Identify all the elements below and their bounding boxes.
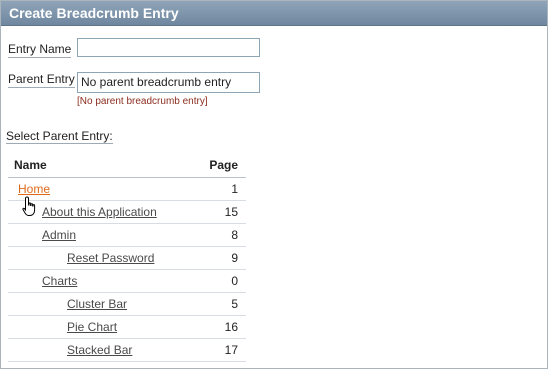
entry-link-reset-password[interactable]: Reset Password <box>67 251 154 265</box>
page-cell: 1 <box>190 177 246 201</box>
entry-link-about[interactable]: About this Application <box>42 205 157 219</box>
table-row: Home 1 <box>8 177 246 201</box>
table-row: Reset Password 9 <box>8 246 246 270</box>
table-row: Pie Chart 16 <box>8 315 246 339</box>
table-row: About this Application 15 <box>8 200 246 224</box>
page-cell: 17 <box>190 338 246 362</box>
table-header-row: Name Page <box>8 153 246 178</box>
table-row: Charts 0 <box>8 269 246 293</box>
parent-entry-label: Parent Entry <box>8 72 75 88</box>
entry-name-label: Entry Name <box>8 42 72 58</box>
select-parent-label: Select Parent Entry: <box>6 129 113 144</box>
parent-entry-hint: [No parent breadcrumb entry] <box>77 96 208 107</box>
region-title: Create Breadcrumb Entry <box>1 1 547 26</box>
page-cell: 5 <box>190 292 246 316</box>
page-cell: 8 <box>190 223 246 247</box>
column-header-name: Name <box>8 153 190 178</box>
parent-entry-input[interactable]: No parent breadcrumb entry <box>77 72 260 93</box>
entry-link-stacked-bar[interactable]: Stacked Bar <box>67 343 132 357</box>
page-cell: 16 <box>190 315 246 339</box>
page-cell: 9 <box>190 246 246 270</box>
table-row: Cluster Bar 5 <box>8 292 246 316</box>
column-header-page: Page <box>190 153 246 178</box>
entry-name-input[interactable] <box>77 38 260 57</box>
hand-pointer-icon <box>22 196 36 216</box>
entry-link-cluster-bar[interactable]: Cluster Bar <box>67 297 127 311</box>
entry-link-home[interactable]: Home <box>18 182 50 196</box>
entry-link-admin[interactable]: Admin <box>42 228 76 242</box>
parent-entry-table: Name Page Home 1 About this Application … <box>8 153 246 362</box>
page-cell: 15 <box>190 200 246 224</box>
table-row: Stacked Bar 17 <box>8 338 246 362</box>
entry-link-pie-chart[interactable]: Pie Chart <box>67 320 117 334</box>
page-cell: 0 <box>190 269 246 293</box>
table-row: Admin 8 <box>8 223 246 247</box>
entry-link-charts[interactable]: Charts <box>42 274 77 288</box>
